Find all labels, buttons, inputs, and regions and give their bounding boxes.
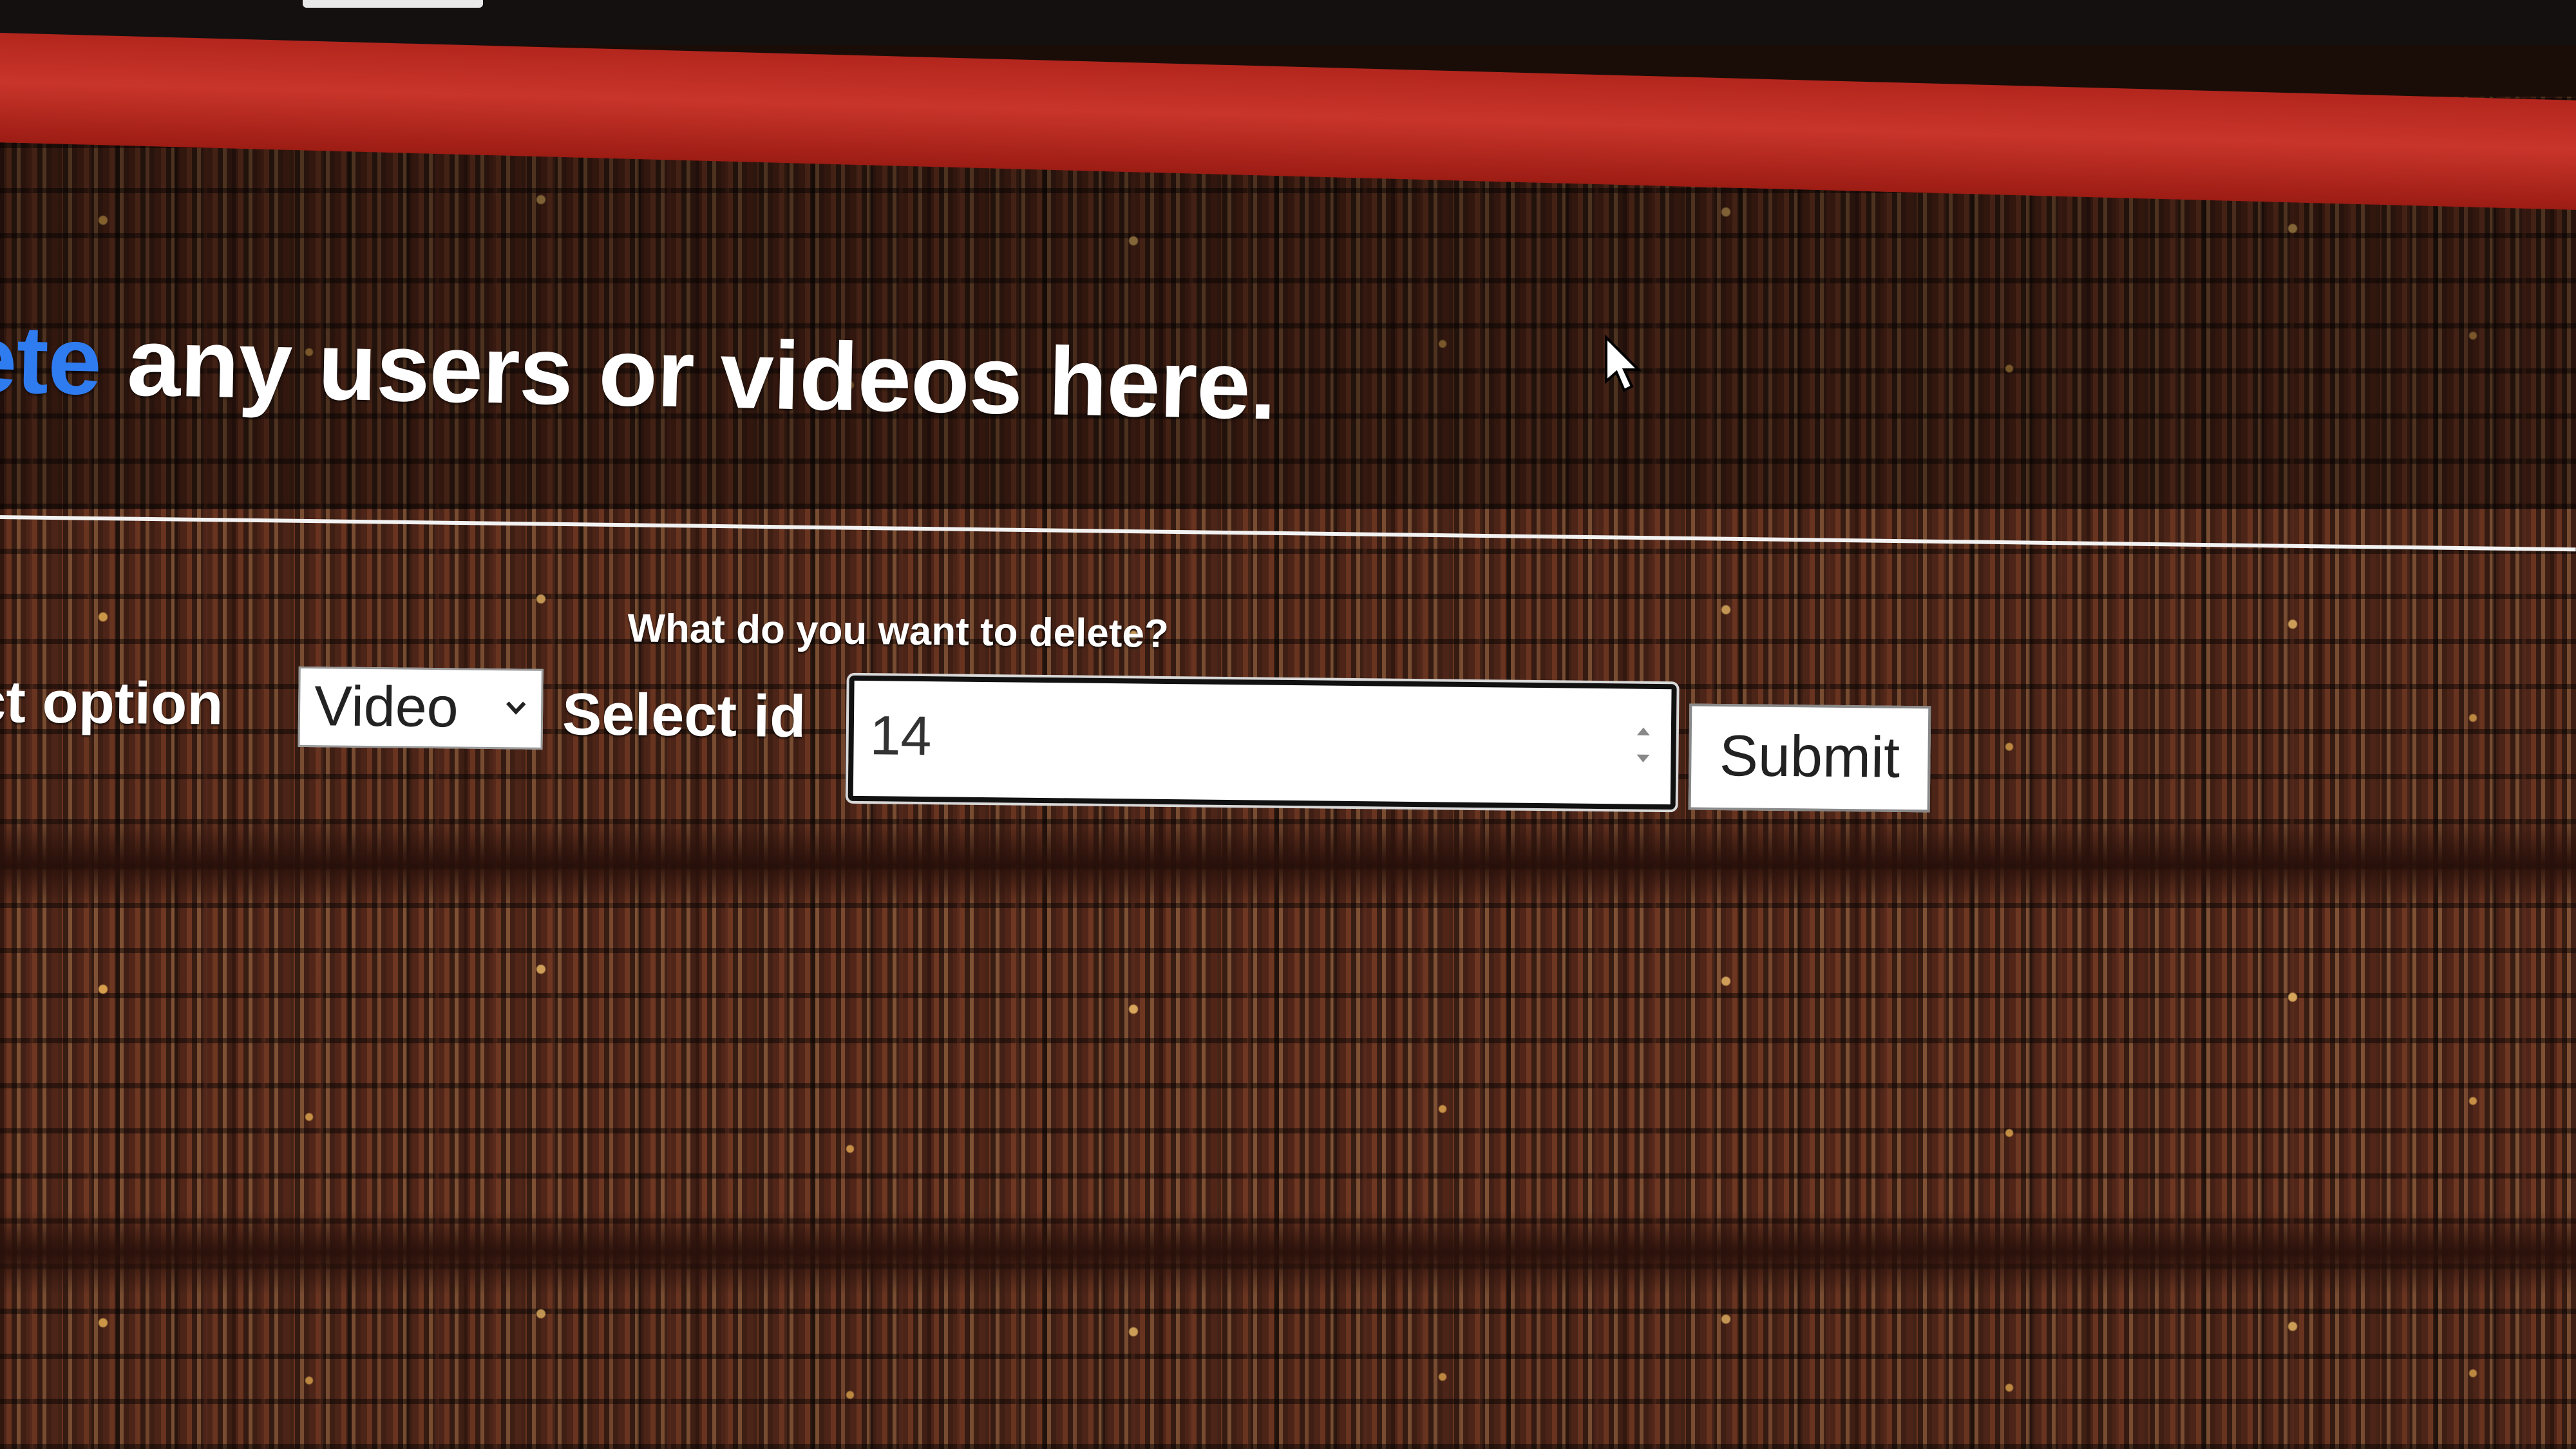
top-tab (303, 0, 483, 8)
select-id-label: Select id (562, 681, 806, 750)
select-option-label: ct option (0, 668, 224, 737)
heading-text: any users or videos here. (100, 307, 1278, 440)
delete-link[interactable]: ete (0, 304, 102, 415)
id-input-value: 14 (869, 705, 932, 768)
library-background (0, 869, 2576, 1269)
library-background (0, 1269, 2576, 1449)
shelf-shadow (0, 1211, 2576, 1294)
chevron-down-icon (504, 670, 527, 771)
option-select-value: Video (314, 674, 459, 739)
form-question: What do you want to delete? (627, 606, 1170, 657)
number-spinner-icon[interactable] (1627, 703, 1660, 787)
option-select[interactable]: Video (298, 666, 544, 750)
id-number-input[interactable]: 14 (845, 672, 1680, 813)
page: ete any users or videos here. What do yo… (0, 0, 2576, 1449)
mouse-pointer-icon (1604, 334, 1642, 393)
delete-form: What do you want to delete? ct option Vi… (0, 592, 2576, 851)
submit-button[interactable]: Submit (1688, 703, 1931, 813)
top-strip (0, 0, 2576, 45)
